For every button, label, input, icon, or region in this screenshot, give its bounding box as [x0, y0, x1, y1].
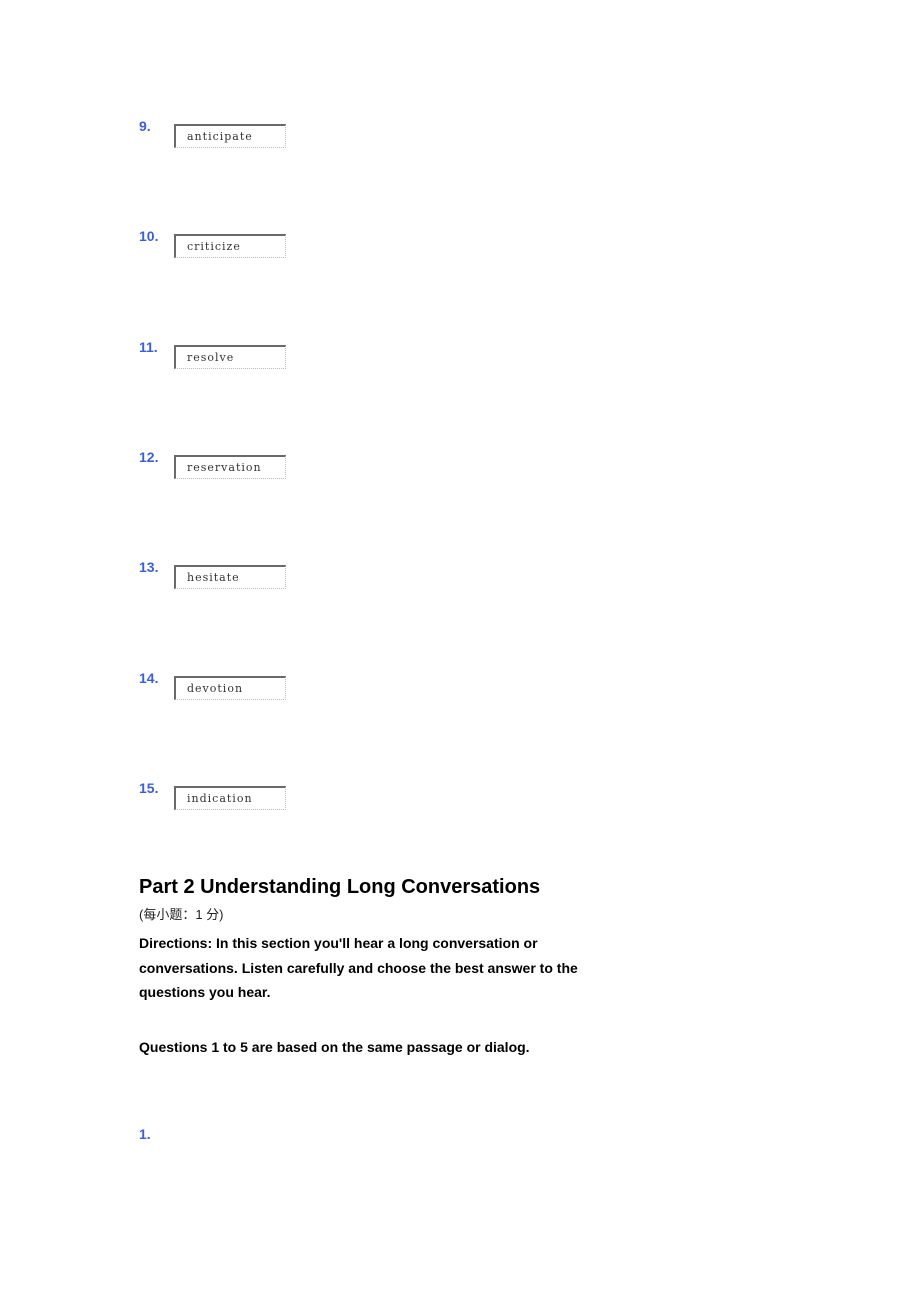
answer-field[interactable]: devotion	[174, 676, 286, 700]
question-number: 11.	[139, 339, 158, 355]
question-number: 13.	[139, 559, 159, 575]
answer-field[interactable]: hesitate	[174, 565, 286, 589]
answer-field[interactable]: reservation	[174, 455, 286, 479]
answer-field[interactable]: criticize	[174, 234, 286, 258]
question-number: 10.	[139, 228, 159, 244]
question-group-note: Questions 1 to 5 are based on the same p…	[139, 1039, 530, 1055]
question-number: 12.	[139, 449, 159, 465]
section-title: Part 2 Understanding Long Conversations	[139, 876, 541, 898]
question-number: 15.	[139, 780, 159, 796]
question-number: 14.	[139, 670, 159, 686]
directions-text: Directions: In this section you'll hear …	[139, 935, 578, 1000]
score-note: (每小题：1 分)	[139, 907, 224, 922]
question-number: 1.	[139, 1126, 151, 1142]
answer-field[interactable]: anticipate	[174, 124, 286, 148]
question-number: 9.	[139, 118, 151, 134]
answer-field[interactable]: resolve	[174, 345, 286, 369]
answer-field[interactable]: indication	[174, 786, 286, 810]
